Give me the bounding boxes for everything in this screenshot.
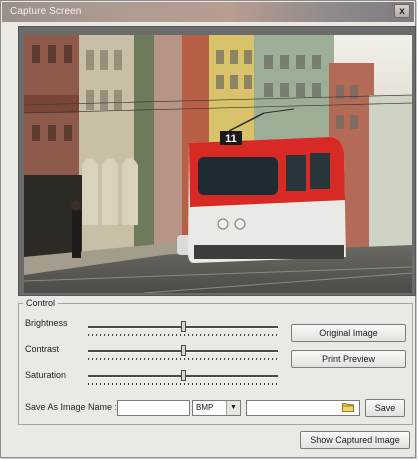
save-button[interactable]: Save — [365, 399, 405, 417]
contrast-label: Contrast — [25, 344, 60, 354]
saturation-label: Saturation — [25, 370, 67, 380]
saturation-slider[interactable] — [88, 370, 278, 388]
video-preview-frame: 11 — [18, 26, 416, 296]
video-preview: 11 — [24, 35, 412, 293]
format-select[interactable]: BMP ▼ — [192, 400, 241, 416]
window-title: Capture Screen — [10, 6, 82, 17]
brightness-slider[interactable] — [88, 321, 278, 339]
control-group: Control Brightness Contrast Saturation O… — [18, 298, 413, 425]
original-image-button[interactable]: Original Image — [291, 324, 406, 342]
print-preview-button[interactable]: Print Preview — [291, 350, 406, 368]
title-bar[interactable]: Capture Screen x — [2, 2, 414, 22]
close-button[interactable]: x — [394, 4, 410, 18]
save-as-label: Save As Image Name : — [25, 402, 118, 412]
saturation-slider-thumb[interactable] — [181, 370, 186, 381]
chevron-down-icon[interactable]: ▼ — [226, 401, 240, 415]
slider-ticks — [88, 334, 278, 336]
contrast-slider[interactable] — [88, 345, 278, 363]
folder-icon[interactable] — [342, 402, 354, 412]
svg-text:11: 11 — [225, 133, 237, 145]
format-select-value: BMP — [196, 403, 214, 412]
brightness-slider-thumb[interactable] — [181, 321, 186, 332]
slider-ticks — [88, 383, 278, 385]
slider-ticks — [88, 358, 278, 360]
capture-screen-window: Capture Screen x 11 Control Brightness C… — [0, 0, 416, 458]
contrast-slider-thumb[interactable] — [181, 345, 186, 356]
show-captured-image-button[interactable]: Show Captured Image — [300, 431, 410, 449]
control-group-label: Control — [23, 298, 59, 308]
image-name-input[interactable] — [117, 400, 190, 416]
brightness-label: Brightness — [25, 318, 68, 328]
